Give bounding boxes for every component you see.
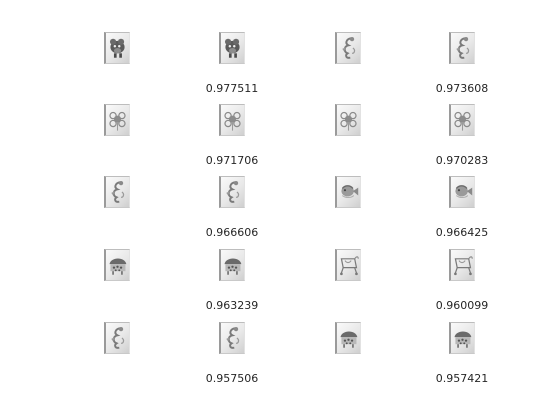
match-thumbnail — [219, 176, 245, 208]
dragon-icon — [111, 327, 125, 349]
similarity-score: 0.966606 — [205, 226, 259, 239]
similarity-score: 0.970283 — [435, 154, 489, 167]
dragon-icon — [456, 37, 470, 59]
similarity-score: 0.960099 — [435, 299, 489, 312]
ladybug-icon — [109, 258, 127, 275]
match-thumbnail — [219, 249, 245, 281]
flower-icon — [454, 111, 471, 131]
match-thumbnail — [219, 32, 245, 64]
similarity-score: 0.966425 — [435, 226, 489, 239]
query-thumbnail — [335, 32, 361, 64]
image-pair-figure: 0.977511 0.973608 0.971706 0.970283 0.96… — [0, 0, 560, 420]
flower-icon — [340, 111, 357, 131]
ladybug-icon — [454, 331, 472, 348]
query-thumbnail — [104, 249, 130, 281]
flower-icon — [109, 111, 126, 131]
fish-icon — [455, 185, 473, 199]
query-thumbnail — [335, 322, 361, 354]
ladybug-icon — [340, 331, 358, 348]
query-thumbnail — [335, 104, 361, 136]
fish-icon — [341, 185, 359, 199]
dragon-icon — [226, 181, 240, 203]
query-thumbnail — [104, 104, 130, 136]
similarity-score: 0.957421 — [435, 372, 489, 385]
dragon-icon — [342, 37, 356, 59]
cart-icon — [454, 256, 473, 276]
match-thumbnail — [449, 176, 475, 208]
match-thumbnail — [449, 322, 475, 354]
query-thumbnail — [104, 176, 130, 208]
similarity-score: 0.973608 — [435, 82, 489, 95]
similarity-score: 0.971706 — [205, 154, 259, 167]
match-thumbnail — [449, 249, 475, 281]
query-thumbnail — [104, 322, 130, 354]
query-thumbnail — [104, 32, 130, 64]
match-thumbnail — [449, 104, 475, 136]
dragon-icon — [226, 327, 240, 349]
cart-icon — [340, 256, 359, 276]
similarity-score: 0.957506 — [205, 372, 259, 385]
puppy-icon — [224, 38, 240, 58]
query-thumbnail — [335, 249, 361, 281]
match-thumbnail — [219, 322, 245, 354]
flower-icon — [224, 111, 241, 131]
ladybug-icon — [224, 258, 242, 275]
match-thumbnail — [219, 104, 245, 136]
query-thumbnail — [335, 176, 361, 208]
similarity-score: 0.963239 — [205, 299, 259, 312]
puppy-icon — [109, 38, 125, 58]
similarity-score: 0.977511 — [205, 82, 259, 95]
match-thumbnail — [449, 32, 475, 64]
dragon-icon — [111, 181, 125, 203]
